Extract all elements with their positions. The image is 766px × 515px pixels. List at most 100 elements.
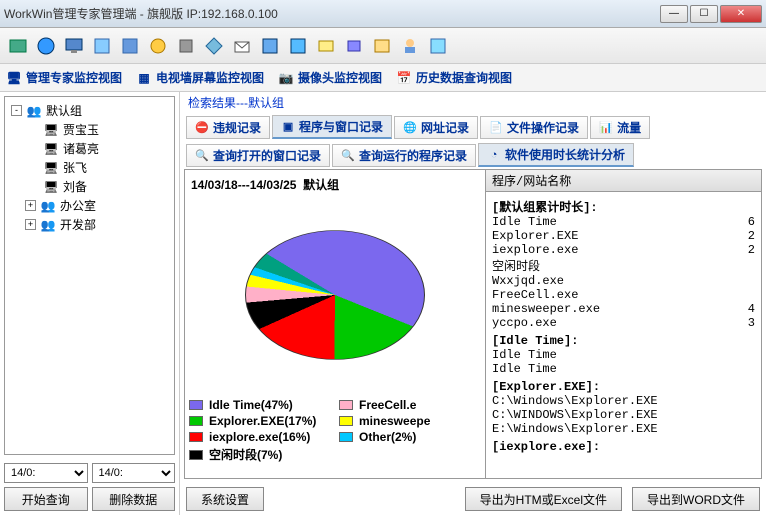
tab-usage-stats[interactable]: ◔软件使用时长统计分析 bbox=[478, 143, 634, 167]
globe-icon: 🌐 bbox=[403, 120, 417, 134]
list-item[interactable]: minesweeper.exe4 bbox=[492, 302, 755, 316]
list-item[interactable]: Explorer.EXE2 bbox=[492, 229, 755, 243]
legend-label: iexplore.exe(16%) bbox=[209, 430, 310, 444]
list-item[interactable]: Idle Time bbox=[492, 348, 755, 362]
tree-computer[interactable]: 🖥贾宝玉 bbox=[9, 120, 170, 139]
chart-title: 14/03/18---14/03/25 默认组 bbox=[189, 174, 481, 195]
tree-label: 诸葛亮 bbox=[63, 140, 99, 157]
computer-tree[interactable]: - 👥 默认组 🖥贾宝玉🖥诸葛亮🖥张飞🖥刘备 +👥办公室+👥开发部 bbox=[4, 96, 175, 455]
tree-label: 贾宝玉 bbox=[63, 121, 99, 138]
pie-chart bbox=[245, 230, 425, 360]
legend-item: Other(2%) bbox=[339, 429, 481, 445]
tool-icon-14[interactable] bbox=[370, 34, 394, 58]
start-query-button[interactable]: 开始查询 bbox=[4, 487, 88, 511]
view-tvwall[interactable]: ▦电视墙屏幕监控视图 bbox=[136, 69, 264, 86]
tool-icon-13[interactable] bbox=[342, 34, 366, 58]
tool-icon-3[interactable] bbox=[62, 34, 86, 58]
tab-program-window[interactable]: ▣程序与窗口记录 bbox=[272, 115, 392, 139]
minimize-button[interactable]: — bbox=[660, 5, 688, 23]
settings-button[interactable]: 系统设置 bbox=[186, 487, 264, 511]
expand-icon[interactable]: + bbox=[25, 200, 36, 211]
list-item[interactable]: Idle Time6 bbox=[492, 215, 755, 229]
view-camera[interactable]: 📷摄像头监控视图 bbox=[278, 69, 382, 86]
tab-label: 网址记录 bbox=[421, 119, 469, 136]
list-group-header: [Idle Time]: bbox=[492, 334, 755, 348]
list-item[interactable]: Idle Time bbox=[492, 362, 755, 376]
tab-traffic[interactable]: 📊 流量 bbox=[590, 116, 650, 139]
group-icon: 👥 bbox=[40, 198, 56, 214]
list-item[interactable]: Wxxjqd.exe bbox=[492, 274, 755, 288]
program-list[interactable]: 程序/网站名称 [默认组累计时长]:Idle Time6Explorer.EXE… bbox=[485, 170, 761, 478]
chart-icon: 📊 bbox=[599, 120, 613, 134]
view-history[interactable]: 📅历史数据查询视图 bbox=[396, 69, 512, 86]
tool-icon-10[interactable] bbox=[258, 34, 282, 58]
tab-url[interactable]: 🌐 网址记录 bbox=[394, 116, 478, 139]
list-item[interactable]: yccpo.exe3 bbox=[492, 316, 755, 330]
tree-label: 办公室 bbox=[60, 197, 96, 214]
tool-icon-4[interactable] bbox=[90, 34, 114, 58]
tool-icon-16[interactable] bbox=[426, 34, 450, 58]
tool-icon-7[interactable] bbox=[174, 34, 198, 58]
tool-icon-15[interactable] bbox=[398, 34, 422, 58]
tab-open-windows[interactable]: 🔍查询打开的窗口记录 bbox=[186, 144, 330, 167]
delete-data-button[interactable]: 删除数据 bbox=[92, 487, 176, 511]
tree-label: 刘备 bbox=[63, 178, 87, 195]
date-to[interactable]: 14/0: bbox=[92, 463, 176, 483]
computer-icon: 🖥 bbox=[43, 122, 59, 138]
tab-file-op[interactable]: 📄文件操作记录 bbox=[480, 116, 588, 139]
date-from[interactable]: 14/0: bbox=[4, 463, 88, 483]
tree-root[interactable]: - 👥 默认组 bbox=[9, 101, 170, 120]
view-monitor[interactable]: 🖥管理专家监控视图 bbox=[6, 69, 122, 86]
legend-item: FreeCell.e bbox=[339, 397, 481, 413]
list-group-header: [默认组累计时长]: bbox=[492, 198, 755, 215]
tool-icon-11[interactable] bbox=[286, 34, 310, 58]
search-result-header: 检索结果---默认组 bbox=[180, 92, 766, 113]
list-item[interactable]: 空闲时段 bbox=[492, 257, 755, 274]
pie-icon: ◔ bbox=[487, 148, 501, 162]
export-word-button[interactable]: 导出到WORD文件 bbox=[632, 487, 760, 511]
main-toolbar bbox=[0, 28, 766, 64]
tree-label: 开发部 bbox=[60, 216, 96, 233]
tab-label: 违规记录 bbox=[213, 119, 261, 136]
tool-icon-1[interactable] bbox=[6, 34, 30, 58]
legend-label: 空闲时段(7%) bbox=[209, 446, 282, 463]
search-icon: 🔍 bbox=[195, 148, 209, 162]
tool-icon-8[interactable] bbox=[202, 34, 226, 58]
file-icon: 📄 bbox=[489, 120, 503, 134]
search-icon: 🔍 bbox=[341, 148, 355, 162]
tree-group[interactable]: +👥开发部 bbox=[9, 215, 170, 234]
tool-icon-6[interactable] bbox=[146, 34, 170, 58]
list-item[interactable]: E:\Windows\Explorer.EXE bbox=[492, 422, 755, 436]
tab-running-programs[interactable]: 🔍查询运行的程序记录 bbox=[332, 144, 476, 167]
tab-label: 流量 bbox=[617, 119, 641, 136]
view-label: 摄像头监控视图 bbox=[298, 69, 382, 86]
expand-icon[interactable]: + bbox=[25, 219, 36, 230]
legend-item: Idle Time(47%) bbox=[189, 397, 331, 413]
tool-icon-12[interactable] bbox=[314, 34, 338, 58]
computer-icon: 🖥 bbox=[43, 160, 59, 176]
tree-group[interactable]: + 👥办公室 bbox=[9, 196, 170, 215]
list-item[interactable]: FreeCell.exe bbox=[492, 288, 755, 302]
list-item[interactable]: iexplore.exe2 bbox=[492, 243, 755, 257]
tool-icon-5[interactable] bbox=[118, 34, 142, 58]
legend-label: Other(2%) bbox=[359, 430, 416, 444]
chart-legend: Idle Time(47%)Explorer.EXE(17%)iexplore.… bbox=[189, 395, 481, 466]
list-item[interactable]: C:\WINDOWS\Explorer.EXE bbox=[492, 408, 755, 422]
close-button[interactable]: ✕ bbox=[720, 5, 762, 23]
calendar-icon: 📅 bbox=[396, 70, 412, 86]
tree-label: 张飞 bbox=[63, 159, 87, 176]
collapse-icon[interactable]: - bbox=[11, 105, 22, 116]
list-item[interactable]: C:\Windows\Explorer.EXE bbox=[492, 394, 755, 408]
tree-computer[interactable]: 🖥诸葛亮 bbox=[9, 139, 170, 158]
tree-computer[interactable]: 🖥张飞 bbox=[9, 158, 170, 177]
computer-icon: 🖥 bbox=[43, 179, 59, 195]
tool-icon-2[interactable] bbox=[34, 34, 58, 58]
legend-label: FreeCell.e bbox=[359, 398, 416, 412]
tree-computer[interactable]: 🖥刘备 bbox=[9, 177, 170, 196]
tab-row-1: ⛔违规记录 ▣程序与窗口记录 🌐 网址记录 📄文件操作记录 📊 流量 bbox=[180, 113, 766, 141]
export-html-button[interactable]: 导出为HTM或Excel文件 bbox=[465, 487, 622, 511]
maximize-button[interactable]: ☐ bbox=[690, 5, 718, 23]
tool-icon-9[interactable] bbox=[230, 34, 254, 58]
tab-violation[interactable]: ⛔违规记录 bbox=[186, 116, 270, 139]
legend-swatch bbox=[189, 450, 203, 460]
